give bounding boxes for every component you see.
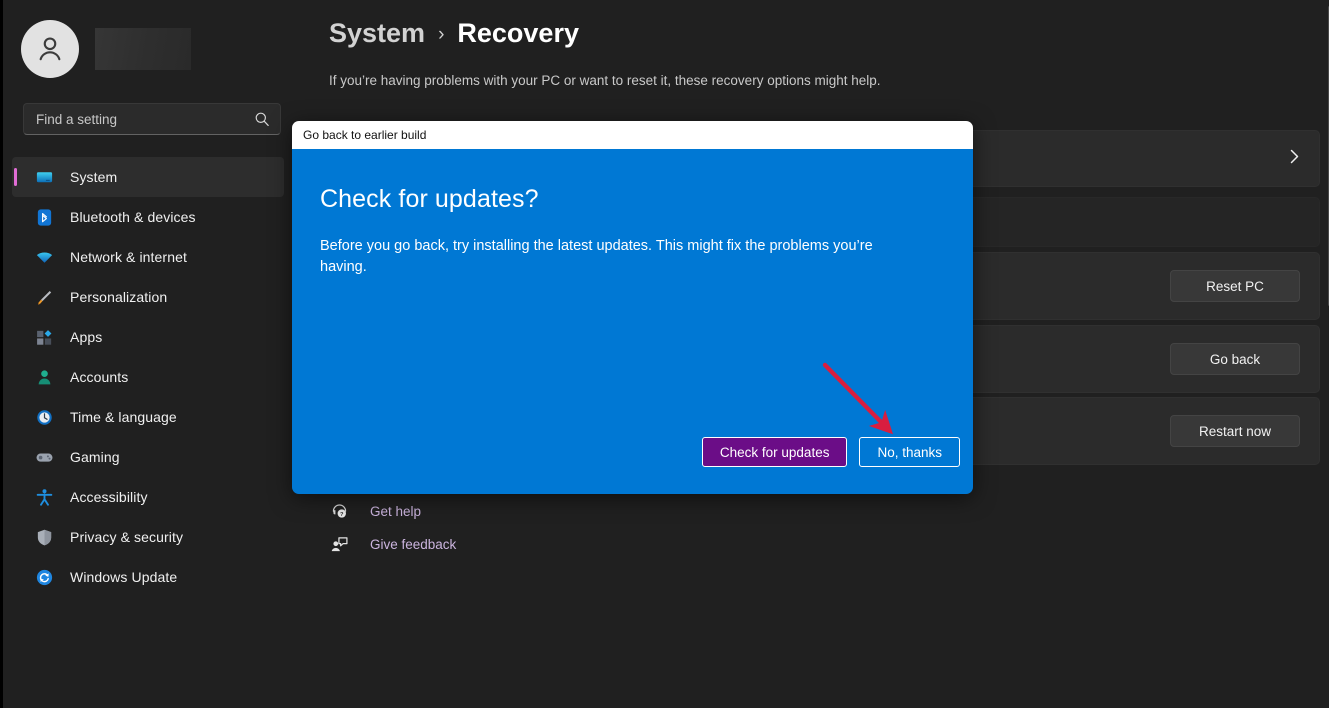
dialog-actions: Check for updates No, thanks bbox=[702, 437, 960, 467]
search-icon[interactable] bbox=[254, 111, 270, 127]
user-profile[interactable] bbox=[21, 20, 191, 78]
shield-icon bbox=[35, 528, 54, 547]
sidebar-item-label: Accessibility bbox=[70, 489, 148, 505]
apps-grid-icon bbox=[35, 328, 54, 347]
go-back-button[interactable]: Go back bbox=[1170, 343, 1300, 375]
clock-icon bbox=[35, 408, 54, 427]
paintbrush-icon bbox=[35, 288, 54, 307]
go-back-dialog[interactable]: Go back to earlier build Check for updat… bbox=[292, 121, 973, 494]
avatar bbox=[21, 20, 79, 78]
give-feedback-label: Give feedback bbox=[370, 537, 456, 552]
sidebar-item-label: Gaming bbox=[70, 449, 120, 465]
sidebar-item-accounts[interactable]: Accounts bbox=[12, 357, 284, 397]
accessibility-icon bbox=[35, 488, 54, 507]
help-headset-icon: ? bbox=[329, 502, 349, 522]
sidebar-item-label: Accounts bbox=[70, 369, 128, 385]
bluetooth-icon bbox=[35, 208, 54, 227]
dialog-title-text: Go back to earlier build bbox=[303, 128, 426, 142]
gamepad-icon bbox=[35, 448, 54, 467]
sidebar-item-gaming[interactable]: Gaming bbox=[12, 437, 284, 477]
sidebar-item-label: Personalization bbox=[70, 289, 167, 305]
breadcrumb-system[interactable]: System bbox=[329, 18, 425, 49]
wifi-icon bbox=[35, 248, 54, 267]
sidebar-item-bluetooth-devices[interactable]: Bluetooth & devices bbox=[12, 197, 284, 237]
restart-now-button[interactable]: Restart now bbox=[1170, 415, 1300, 447]
monitor-icon bbox=[35, 168, 54, 187]
page-subtitle: If you’re having problems with your PC o… bbox=[329, 73, 881, 88]
sidebar-item-label: Windows Update bbox=[70, 569, 177, 585]
sidebar-item-label: Bluetooth & devices bbox=[70, 209, 196, 225]
give-feedback-link[interactable]: Give feedback bbox=[329, 528, 456, 561]
dialog-heading: Check for updates? bbox=[320, 185, 945, 214]
get-help-label: Get help bbox=[370, 504, 421, 519]
breadcrumb: System › Recovery bbox=[329, 18, 579, 49]
account-name-redacted bbox=[95, 28, 191, 70]
sidebar-item-label: Apps bbox=[70, 329, 102, 345]
search-box[interactable] bbox=[23, 103, 281, 135]
sidebar-item-privacy-security[interactable]: Privacy & security bbox=[12, 517, 284, 557]
sidebar-item-accessibility[interactable]: Accessibility bbox=[12, 477, 284, 517]
sidebar-item-apps[interactable]: Apps bbox=[12, 317, 284, 357]
dialog-message: Before you go back, try installing the l… bbox=[320, 236, 910, 278]
chevron-right-icon[interactable] bbox=[1288, 148, 1301, 169]
sidebar-item-windows-update[interactable]: Windows Update bbox=[12, 557, 284, 597]
feedback-person-icon bbox=[329, 535, 349, 555]
reset-pc-button[interactable]: Reset PC bbox=[1170, 270, 1300, 302]
account-icon bbox=[35, 368, 54, 387]
dialog-titlebar: Go back to earlier build bbox=[292, 121, 973, 149]
person-avatar-icon bbox=[33, 32, 67, 66]
sidebar-item-label: Privacy & security bbox=[70, 529, 183, 545]
settings-window: System Bluetooth & devices bbox=[0, 0, 1329, 708]
help-links: ? Get help Give feedback bbox=[329, 495, 456, 561]
search-input[interactable] bbox=[36, 112, 254, 127]
get-help-link[interactable]: ? Get help bbox=[329, 495, 456, 528]
sidebar-item-system[interactable]: System bbox=[12, 157, 284, 197]
sidebar-item-personalization[interactable]: Personalization bbox=[12, 277, 284, 317]
page-title: Recovery bbox=[457, 18, 579, 49]
sidebar-item-label: Network & internet bbox=[70, 249, 187, 265]
sidebar: System Bluetooth & devices bbox=[3, 0, 293, 708]
dialog-body: Check for updates? Before you go back, t… bbox=[292, 149, 973, 494]
sidebar-item-label: Time & language bbox=[70, 409, 177, 425]
no-thanks-button[interactable]: No, thanks bbox=[859, 437, 960, 467]
sidebar-nav: System Bluetooth & devices bbox=[12, 157, 284, 597]
check-for-updates-button[interactable]: Check for updates bbox=[702, 437, 848, 467]
update-icon bbox=[35, 568, 54, 587]
sidebar-item-label: System bbox=[70, 169, 117, 185]
chevron-right-icon: › bbox=[438, 24, 444, 46]
sidebar-item-time-language[interactable]: Time & language bbox=[12, 397, 284, 437]
svg-text:?: ? bbox=[340, 512, 344, 518]
sidebar-item-network-internet[interactable]: Network & internet bbox=[12, 237, 284, 277]
